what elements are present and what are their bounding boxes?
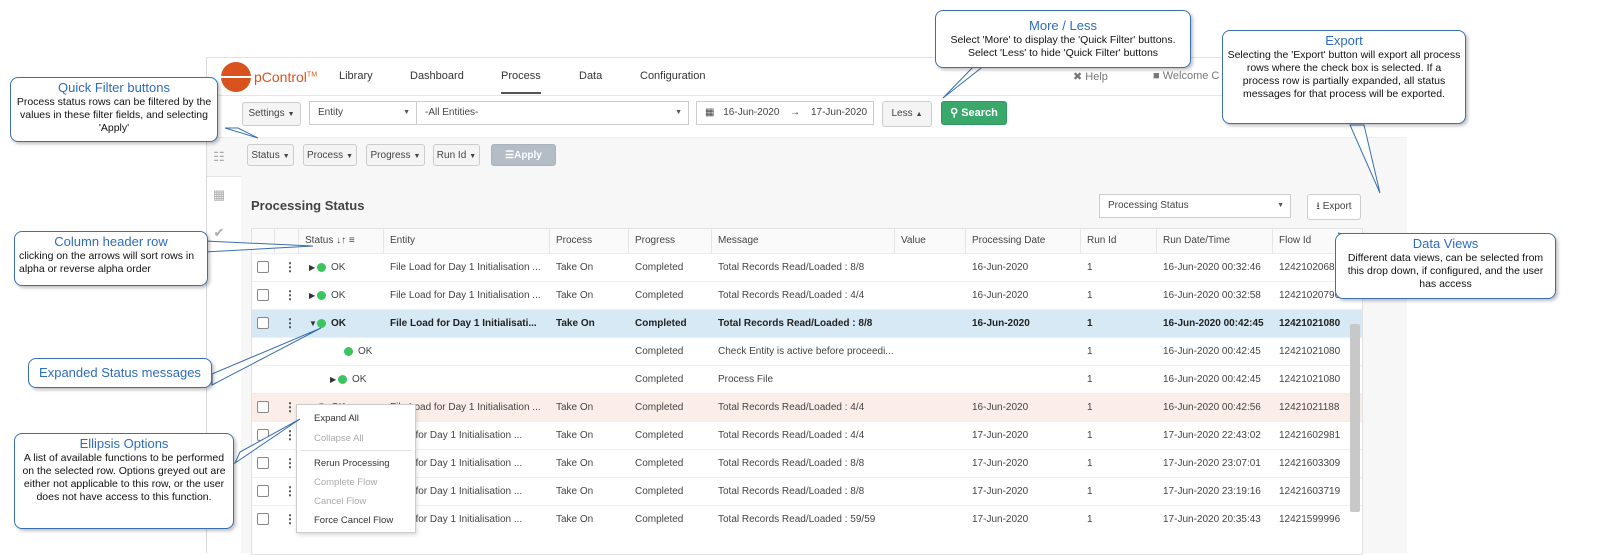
callout-more-less: More / Less Select 'More' to display the… — [935, 10, 1191, 68]
callout-title: Export — [1325, 33, 1363, 48]
callout-text: Select 'More' to display the 'Quick Filt… — [950, 34, 1176, 46]
callout-title: Expanded Status messages — [39, 365, 201, 380]
ellipsis-pointer — [233, 418, 301, 465]
callout-data-views: Data Views Different data views, can be … — [1335, 233, 1556, 299]
export-pointer — [1349, 124, 1381, 194]
expanded-pointer — [211, 327, 322, 386]
callout-title: Data Views — [1412, 236, 1479, 251]
callout-text: Different data views, can be selected fr… — [1347, 252, 1544, 290]
column-header-pointer — [204, 240, 314, 253]
callout-text: clicking on the arrows will sort rows in… — [19, 250, 195, 275]
callout-title: Quick Filter buttons — [58, 80, 170, 95]
callout-quick-filter: Quick Filter buttons Process status rows… — [10, 77, 218, 142]
callout-ellipsis: Ellipsis Options A list of available fun… — [14, 433, 234, 529]
callout-title: Column header row — [54, 234, 168, 249]
callout-text: Select 'Less' to hide 'Quick Filter' but… — [967, 47, 1159, 59]
callout-text: A list of available functions to be perf… — [22, 452, 226, 503]
callout-export: Export Selecting the 'Export' button wil… — [1222, 30, 1466, 124]
callout-column-header: Column header row clicking on the arrows… — [14, 231, 208, 286]
callout-text: Process status rows can be filtered by t… — [16, 96, 212, 134]
quick-filter-pointer — [224, 127, 259, 139]
callout-title: More / Less — [1029, 18, 1097, 33]
callout-text: Selecting the 'Export' button will expor… — [1227, 49, 1461, 100]
callout-expanded-status: Expanded Status messages — [28, 358, 212, 388]
callout-title: Ellipsis Options — [79, 436, 169, 451]
more-less-pointer — [942, 64, 987, 99]
